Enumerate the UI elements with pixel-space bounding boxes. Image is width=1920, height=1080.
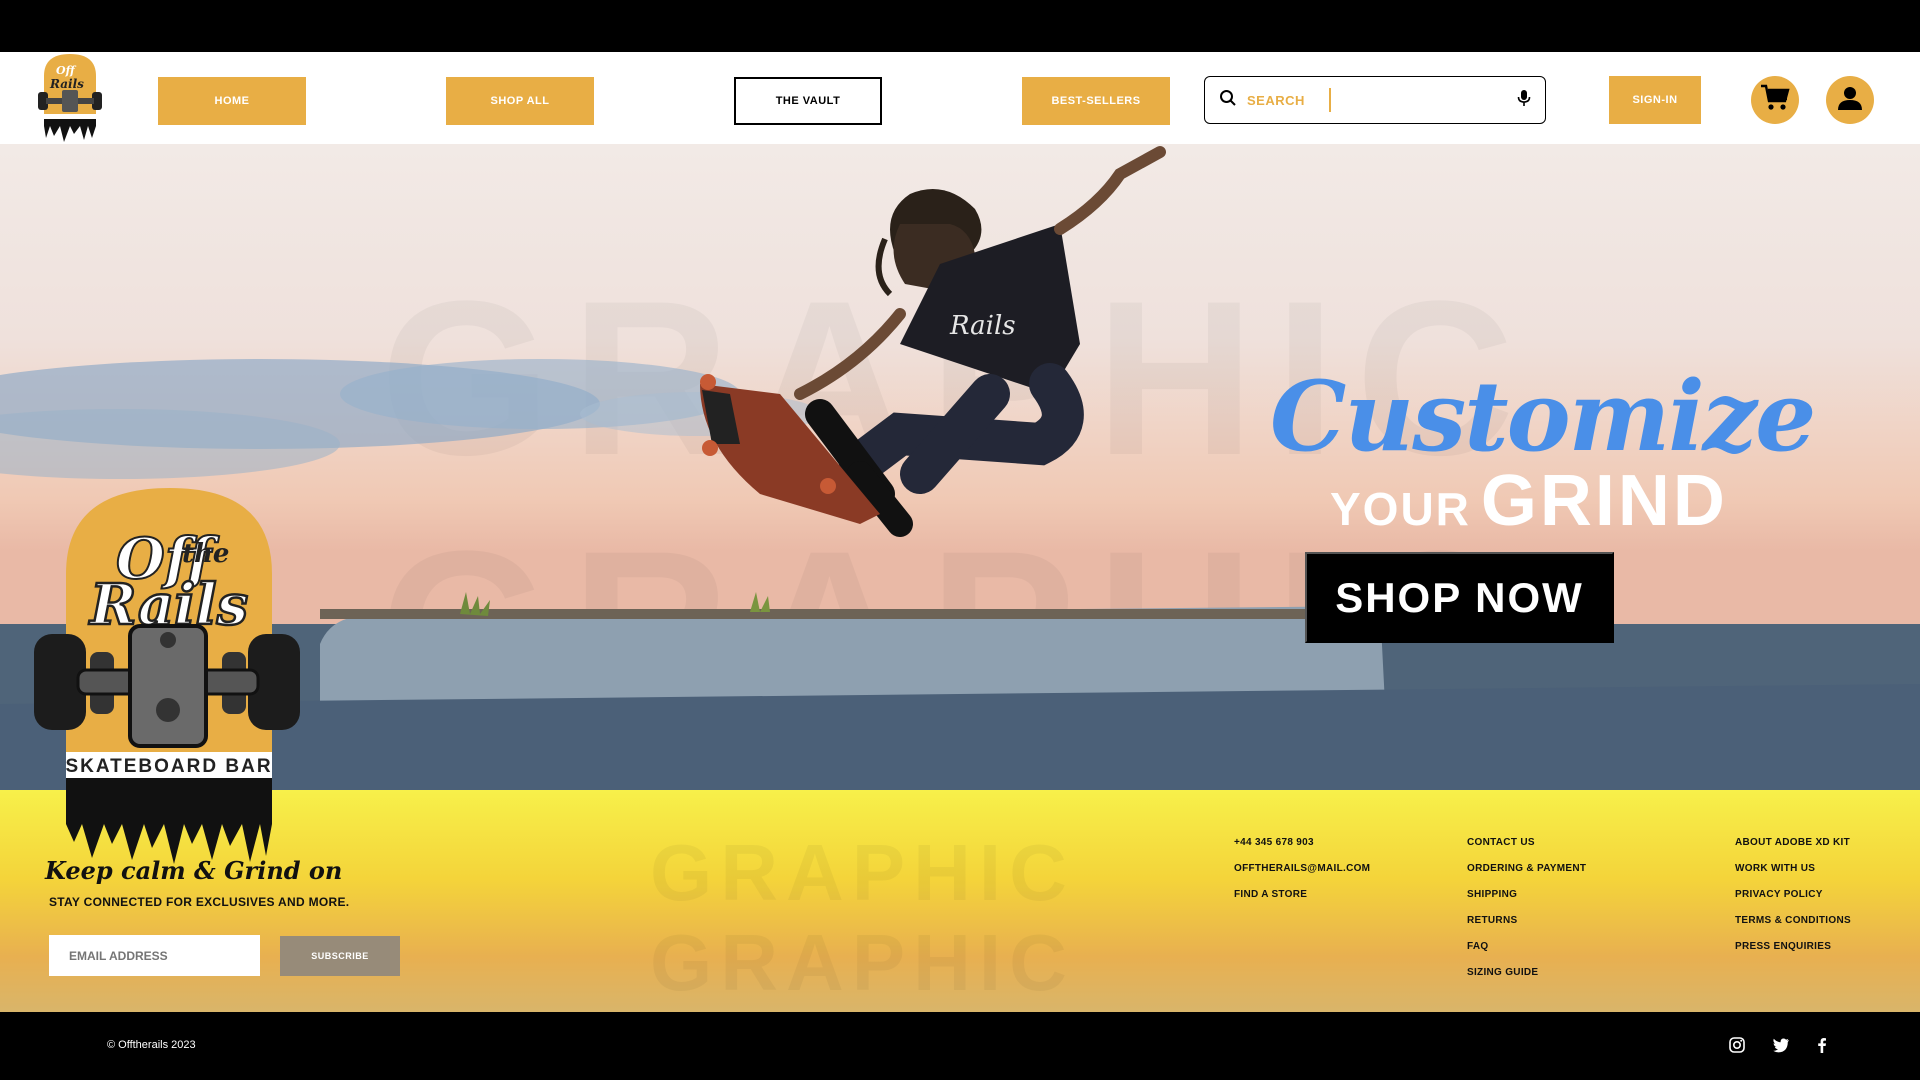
search-placeholder: SEARCH	[1247, 92, 1305, 108]
svg-text:GRAPHIC: GRAPHIC	[650, 918, 1075, 1007]
svg-text:Rails: Rails	[49, 77, 84, 91]
footer-contact-us-link[interactable]: CONTACT US	[1467, 837, 1586, 863]
subscribe-button[interactable]: SUBSCRIBE	[280, 936, 400, 976]
twitter-icon[interactable]	[1772, 1036, 1790, 1054]
cart-icon	[1760, 84, 1790, 117]
hero-headline-your: YOUR	[1330, 483, 1471, 535]
hero-headline-script: Customize	[1270, 360, 1816, 473]
sign-in-button[interactable]: SIGN-IN	[1609, 76, 1701, 124]
footer-returns-link[interactable]: RETURNS	[1467, 915, 1586, 941]
bottom-bar	[0, 1012, 1920, 1080]
footer-ordering-link[interactable]: ORDERING & PAYMENT	[1467, 863, 1586, 889]
hero-headline: YOUR GRIND	[1330, 460, 1728, 542]
footer-company-column: ABOUT ADOBE XD KIT WORK WITH US PRIVACY …	[1735, 837, 1851, 967]
footer-find-store-link[interactable]: FIND A STORE	[1234, 889, 1370, 915]
newsletter-heading: Keep calm & Grind on	[45, 856, 343, 885]
footer-shipping-link[interactable]: SHIPPING	[1467, 889, 1586, 915]
footer-faq-link[interactable]: FAQ	[1467, 941, 1586, 967]
cart-button[interactable]	[1751, 76, 1799, 124]
copyright-text: © Offtherails 2023	[107, 1039, 196, 1051]
footer-help-column: CONTACT US ORDERING & PAYMENT SHIPPING R…	[1467, 837, 1586, 993]
facebook-icon[interactable]	[1813, 1036, 1831, 1054]
email-field[interactable]	[49, 935, 260, 976]
nav-shop-all-button[interactable]: SHOP ALL	[446, 77, 594, 125]
search-icon	[1219, 89, 1237, 112]
search-input[interactable]: SEARCH	[1204, 76, 1546, 124]
shop-now-button[interactable]: SHOP NOW	[1305, 552, 1614, 643]
account-button[interactable]	[1826, 76, 1874, 124]
hero-headline-grind: GRIND	[1480, 461, 1728, 541]
header-logo[interactable]: Off Rails	[36, 52, 104, 144]
skater-shirt-text: Rails	[949, 311, 1016, 341]
brand-logo-tagline: SKATEBOARD BAR	[65, 756, 272, 777]
newsletter-subheading: STAY CONNECTED FOR EXCLUSIVES AND MORE.	[49, 895, 350, 909]
nav-best-sellers-button[interactable]: BEST-SELLERS	[1022, 77, 1170, 125]
footer-sizing-link[interactable]: SIZING GUIDE	[1467, 967, 1586, 993]
footer-privacy-link[interactable]: PRIVACY POLICY	[1735, 889, 1851, 915]
footer-phone-link[interactable]: +44 345 678 903	[1234, 837, 1370, 863]
footer-terms-link[interactable]: TERMS & CONDITIONS	[1735, 915, 1851, 941]
footer-contact-column: +44 345 678 903 OFFTHERAILS@MAIL.COM FIN…	[1234, 837, 1370, 915]
instagram-icon[interactable]	[1728, 1036, 1746, 1054]
microphone-icon[interactable]	[1517, 89, 1531, 112]
svg-text:GRAPHIC: GRAPHIC	[650, 828, 1075, 917]
brand-logo: Off the Rails SKATEBOARD BAR	[30, 484, 310, 864]
user-icon	[1837, 85, 1863, 116]
top-black-bar	[0, 0, 1920, 52]
footer-about-link[interactable]: ABOUT ADOBE XD KIT	[1735, 837, 1851, 863]
footer-press-link[interactable]: PRESS ENQUIRIES	[1735, 941, 1851, 967]
text-cursor	[1328, 88, 1331, 112]
brand-logo-the: the	[182, 539, 229, 569]
nav-vault-button[interactable]: THE VAULT	[734, 77, 882, 125]
nav-home-button[interactable]: HOME	[158, 77, 306, 125]
site-header: Off Rails HOME SHOP ALL THE VAULT BEST-S…	[0, 52, 1920, 144]
footer-work-link[interactable]: WORK WITH US	[1735, 863, 1851, 889]
footer-email-link[interactable]: OFFTHERAILS@MAIL.COM	[1234, 863, 1370, 889]
svg-text:Off: Off	[56, 64, 77, 77]
